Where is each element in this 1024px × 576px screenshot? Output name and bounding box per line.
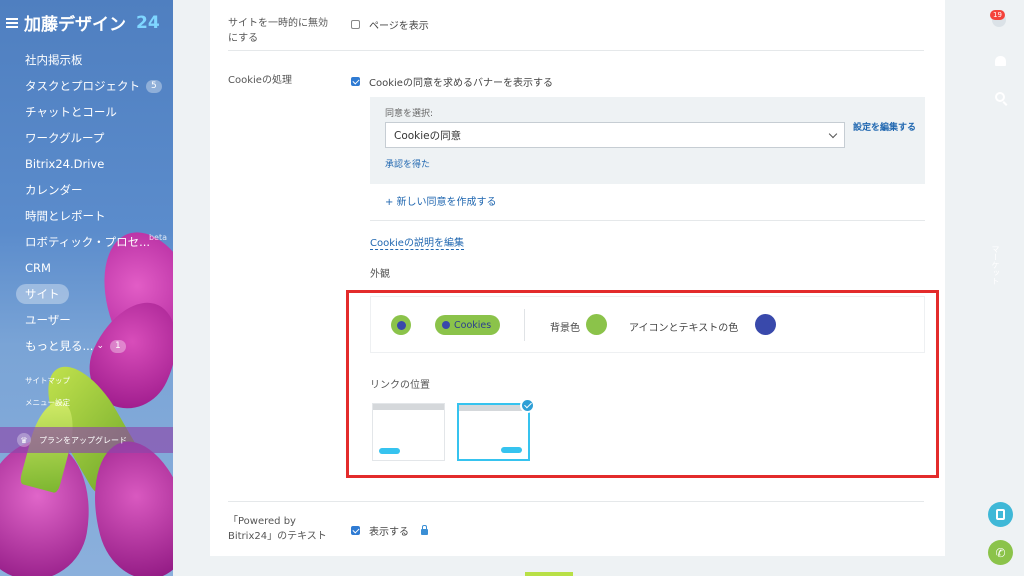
consent-select[interactable]: Cookieの同意: [385, 122, 845, 148]
chevron-down-icon: ⌄: [96, 341, 105, 351]
sidebar-item-tasks[interactable]: タスクとプロジェクト 5: [0, 73, 173, 99]
highlight-frame: [346, 290, 939, 478]
create-new-consent-link[interactable]: + 新しい同意を作成する: [385, 193, 497, 208]
sidebar-item-crm[interactable]: CRM: [0, 255, 173, 281]
sidebar-item-label: CRM: [25, 261, 51, 275]
market-vertical-label[interactable]: マーケット: [990, 245, 1001, 285]
powered-by-checkbox[interactable]: [351, 526, 360, 535]
menu-settings-link[interactable]: メニュー設定: [0, 391, 173, 413]
edit-cookie-description-link[interactable]: Cookieの説明を編集: [370, 234, 464, 250]
show-page-option[interactable]: ページを表示: [351, 17, 429, 32]
disable-site-label: サイトを一時的に無効にする: [228, 18, 328, 44]
sidebar-item-workgroups[interactable]: ワークグループ: [0, 125, 173, 151]
show-page-checkbox[interactable]: [351, 20, 360, 29]
sidebar-item-chat[interactable]: チャットとコール: [0, 99, 173, 125]
divider: [228, 501, 924, 502]
menu-settings-label: メニュー設定: [25, 397, 70, 407]
beta-badge: beta: [148, 233, 167, 242]
powered-by-label: 「Powered by Bitrix24」のテキスト: [228, 516, 327, 542]
select-consent-label: 同意を選択:: [385, 109, 434, 119]
company-logo-text[interactable]: 加藤デザイン: [24, 10, 126, 35]
sidebar-header: 加藤デザイン 24: [6, 10, 160, 35]
cookie-processing-label: Cookieの処理: [228, 75, 292, 86]
divider: [228, 50, 924, 51]
sidebar-item-calendar[interactable]: カレンダー: [0, 177, 173, 203]
sidebar-item-feed[interactable]: 社内掲示板: [0, 47, 173, 73]
sidebar-item-more[interactable]: もっと見る... ⌄ 1: [0, 333, 173, 359]
consent-selection-panel: 同意を選択: Cookieの同意 設定を編集する 承認を得た: [370, 97, 925, 184]
sidebar-item-label: サイト: [16, 284, 69, 304]
sitemap-link[interactable]: サイトマップ: [0, 369, 173, 391]
sidebar-item-users[interactable]: ユーザー: [0, 307, 173, 333]
sidebar-item-drive[interactable]: Bitrix24.Drive: [0, 151, 173, 177]
crown-icon: ♛: [17, 433, 31, 447]
powered-by-option[interactable]: 表示する: [351, 523, 428, 538]
edit-settings-link[interactable]: 設定を編集する: [853, 122, 919, 135]
left-sidebar: 加藤デザイン 24 社内掲示板 タスクとプロジェクト 5 チャットとコール ワークグ…: [0, 0, 173, 576]
notification-count-badge: 19: [990, 10, 1005, 20]
cookie-banner-option[interactable]: Cookieの同意を求めるバナーを表示する: [351, 74, 553, 89]
counter-badge: 5: [146, 79, 162, 93]
right-panel: 19 マーケット ✆: [966, 0, 1024, 576]
cookie-banner-label: Cookieの同意を求めるバナーを表示する: [369, 78, 553, 89]
sidebar-item-label: ユーザー: [25, 313, 71, 327]
chevron-down-icon: [828, 129, 838, 138]
sidebar-item-label: ワークグループ: [25, 131, 105, 145]
sidebar-item-label: Bitrix24.Drive: [25, 157, 105, 171]
sidebar-item-label: 社内掲示板: [25, 53, 83, 67]
sitemap-label: サイトマップ: [25, 375, 70, 385]
save-button[interactable]: [525, 572, 573, 576]
lock-icon: [421, 525, 428, 535]
appearance-label: 外観: [370, 269, 390, 280]
show-page-label: ページを表示: [369, 21, 429, 32]
sidebar-item-label: カレンダー: [25, 183, 83, 197]
sidebar-item-time-reports[interactable]: 時間とレポート: [0, 203, 173, 229]
upgrade-plan-label: プランをアップグレード: [39, 435, 127, 445]
approved-link[interactable]: 承認を得た: [385, 157, 430, 170]
sidebar-item-label: ロボティック・プロセ...: [25, 235, 151, 249]
copy-icon[interactable]: [988, 502, 1013, 527]
counter-badge: 1: [110, 339, 126, 353]
sidebar-item-label: タスクとプロジェクト: [25, 79, 140, 93]
sidebar-menu: 社内掲示板 タスクとプロジェクト 5 チャットとコール ワークグループ Bitri…: [0, 47, 173, 413]
bell-icon[interactable]: [995, 56, 1006, 66]
sidebar-item-rpa[interactable]: ロボティック・プロセ... beta: [0, 229, 173, 255]
divider: [370, 220, 925, 221]
sidebar-item-label: もっと見る...: [25, 339, 94, 353]
sidebar-item-label: チャットとコール: [25, 105, 117, 119]
company-logo-number[interactable]: 24: [136, 13, 160, 33]
sidebar-item-sites[interactable]: サイト: [0, 281, 173, 307]
search-icon[interactable]: [995, 92, 1005, 102]
phone-icon[interactable]: ✆: [988, 540, 1013, 565]
cookie-banner-checkbox[interactable]: [351, 77, 360, 86]
upgrade-plan-button[interactable]: ♛ プランをアップグレード: [0, 427, 173, 453]
consent-select-value: Cookieの同意: [394, 129, 462, 142]
show-label: 表示する: [369, 527, 409, 538]
sidebar-item-label: 時間とレポート: [25, 209, 106, 223]
hamburger-menu-icon[interactable]: [6, 17, 18, 28]
